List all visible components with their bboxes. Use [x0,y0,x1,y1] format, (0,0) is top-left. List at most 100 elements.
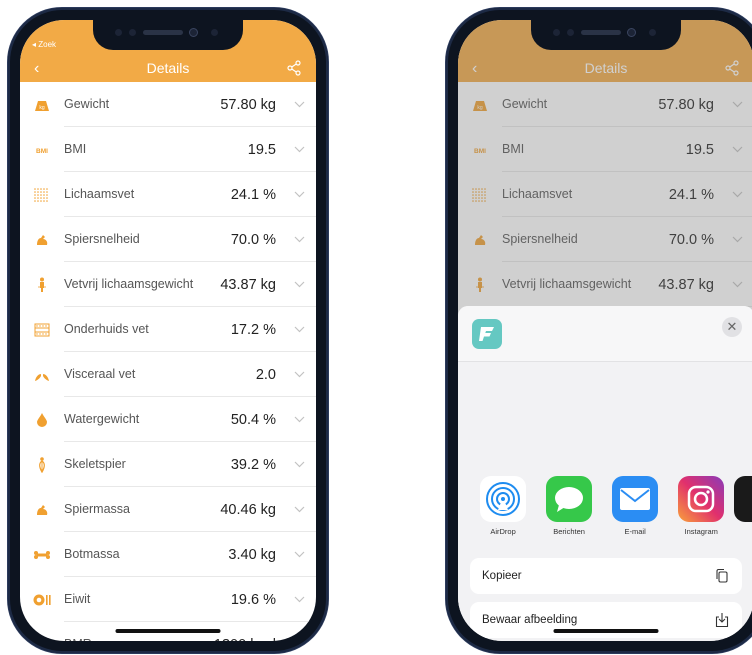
metric-row[interactable]: Onderhuids vet 17.2 % [20,307,316,352]
metric-label: Vetvrij lichaamsgewicht [64,277,194,291]
messages-icon [546,476,593,522]
chevron-down-icon[interactable] [288,594,310,606]
share-icon[interactable] [724,60,740,76]
share-sheet: ✕ AirDrop Berichten E-mail Instagram Kop… [458,306,752,641]
metric-value: 50.4 % [230,411,276,428]
chevron-down-icon[interactable] [288,414,310,426]
bmi-icon: BMI [20,145,64,155]
chevron-down-icon[interactable] [726,99,748,111]
metric-row[interactable]: Lichaamsvet 24.1 % [458,172,752,217]
home-indicator[interactable] [115,629,221,633]
metric-label: Gewicht [502,97,548,111]
metric-value: 57.80 kg [658,96,714,113]
metric-row[interactable]: Botmassa 3.40 kg [20,532,316,577]
metric-row[interactable]: Eiwit 19.6 % [20,577,316,622]
share-app-label: E-mail [624,527,646,536]
chevron-down-icon[interactable] [288,369,310,381]
svg-text:kg: kg [477,105,483,111]
metric-row[interactable]: Vetvrij lichaamsgewicht 43.87 kg [458,262,752,307]
metric-row[interactable]: Vetvrij lichaamsgewicht 43.87 kg [20,262,316,307]
share-app-mail[interactable]: E-mail [602,476,668,536]
chevron-down-icon[interactable] [288,639,310,642]
share-app-label: Berichten [553,527,585,536]
chevron-down-icon[interactable] [288,144,310,156]
protein-icon [20,593,64,607]
metric-row[interactable]: Skeletspier 39.2 % [20,442,316,487]
chevron-down-icon[interactable] [288,234,310,246]
metric-value: 24.1 % [230,186,276,203]
metric-value: 39.2 % [230,456,276,473]
share-app-label: Instagram [684,527,718,536]
metric-label: Vetvrij lichaamsgewicht [502,277,632,291]
share-apps-row: AirDrop Berichten E-mail Instagram [458,476,752,536]
share-app-label: AirDrop [490,527,516,536]
close-button[interactable]: ✕ [722,317,742,337]
metric-row[interactable]: Lichaamsvet 24.1 % [20,172,316,217]
back-to-search-link[interactable]: ◂ Zoek [32,40,56,49]
share-icon[interactable] [286,60,302,76]
metric-row[interactable]: Spiersnelheid 70.0 % [458,217,752,262]
skeletal-muscle-icon [20,456,64,473]
metric-row[interactable]: Watergewicht 50.4 % [20,397,316,442]
phone-right: ‹ Details kg Gewicht 57.80 kg BMI BMI 19.5 Lic… [446,8,752,653]
metric-row[interactable]: Spiersnelheid 70.0 % [20,217,316,262]
chevron-down-icon[interactable] [288,99,310,111]
metric-label: Gewicht [64,97,110,111]
metric-value: 43.87 kg [658,276,714,293]
metric-label: Spiersnelheid [502,232,578,246]
metric-value: 1300 kcal [214,637,276,642]
chevron-down-icon[interactable] [288,549,310,561]
metrics-list: kg Gewicht 57.80 kg BMI BMI 19.5 Lichaamsvet 24… [20,82,316,641]
weight-icon: kg [20,98,64,112]
instagram-icon [678,476,725,522]
notch [93,20,243,50]
fat-free-icon [20,277,64,293]
svg-text:BMI: BMI [474,148,486,155]
metric-row[interactable]: Visceraal vet 2.0 [20,352,316,397]
visceral-fat-icon [20,368,64,382]
metric-row[interactable]: BMI BMI 19.5 [20,127,316,172]
home-indicator[interactable] [553,629,659,633]
bone-icon [20,550,64,560]
metric-row[interactable]: kg Gewicht 57.80 kg [20,82,316,127]
mail-icon [612,476,659,522]
share-app-airdrop[interactable]: AirDrop [470,476,536,536]
muscle-rate-icon [458,233,502,247]
copy-label: Kopieer [482,570,522,582]
share-app-messages[interactable]: Berichten [536,476,602,536]
metric-value: 19.5 [685,141,714,158]
metric-label: BMI [64,142,87,156]
copy-action[interactable]: Kopieer [470,558,742,594]
screen-right: ‹ Details kg Gewicht 57.80 kg BMI BMI 19.5 Lic… [458,20,752,641]
chevron-down-icon[interactable] [726,279,748,291]
metric-label: Watergewicht [64,412,140,426]
metric-row[interactable]: BMI BMI 19.5 [458,127,752,172]
share-app-more[interactable] [734,476,752,536]
svg-text:BMI: BMI [36,148,48,155]
airdrop-icon [480,476,527,522]
chevron-down-icon[interactable] [726,189,748,201]
metric-label: Botmassa [64,547,120,561]
chevron-down-icon[interactable] [726,144,748,156]
chevron-down-icon[interactable] [288,504,310,516]
app-logo-icon [472,319,502,349]
chevron-down-icon[interactable] [288,189,310,201]
metric-label: Lichaamsvet [502,187,573,201]
chevron-down-icon[interactable] [288,279,310,291]
chevron-down-icon[interactable] [288,324,310,336]
muscle-mass-icon [20,503,64,517]
metric-row[interactable]: kg Gewicht 57.80 kg [458,82,752,127]
notch [531,20,681,50]
screen-left: ◂ Zoek ‹ Details kg Gewicht 57.80 kg BMI BMI… [20,20,316,641]
chevron-down-icon[interactable] [288,459,310,471]
share-app-instagram[interactable]: Instagram [668,476,734,536]
metric-row[interactable]: Spiermassa 40.46 kg [20,487,316,532]
subcutaneous-fat-icon [20,323,64,337]
metrics-list: kg Gewicht 57.80 kg BMI BMI 19.5 Lichaamsvet 24… [458,82,752,307]
fat-free-icon [458,277,502,293]
metric-label: Onderhuids vet [64,322,149,336]
chevron-down-icon[interactable] [726,234,748,246]
svg-text:kg: kg [39,105,45,111]
metric-value: 2.0 [255,366,276,383]
bmi-icon: BMI [458,145,502,155]
